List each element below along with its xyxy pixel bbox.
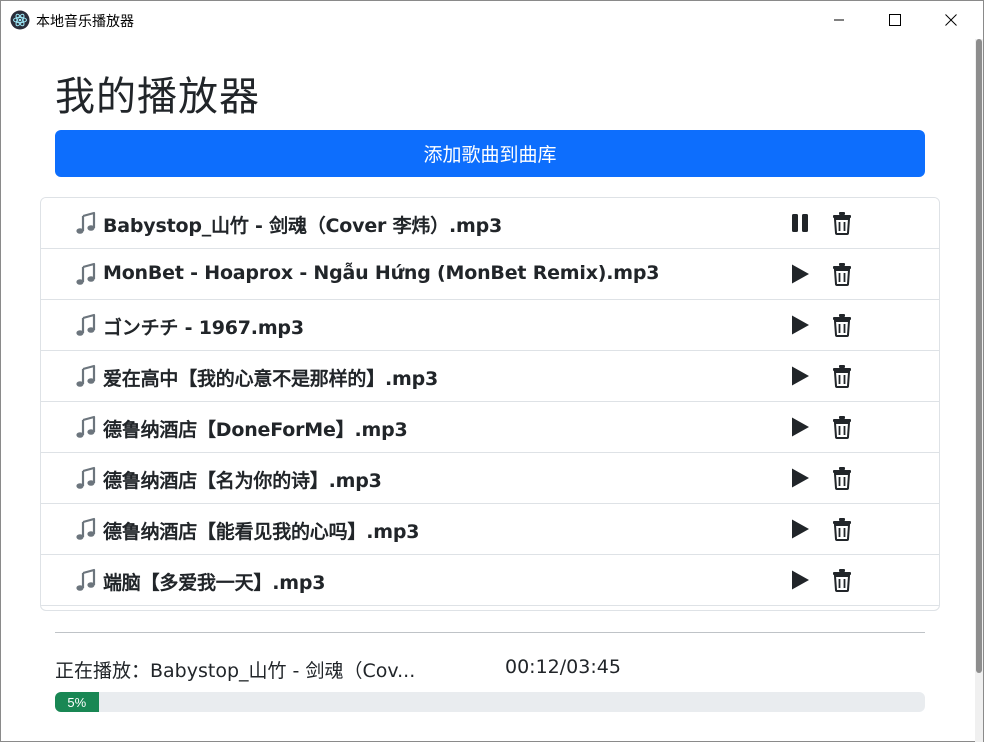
close-icon bbox=[945, 14, 957, 26]
now-playing-text: 正在播放：Babystop_山竹 - 剑魂（Cov... bbox=[55, 660, 416, 682]
time-display: 00:12/03:45 bbox=[505, 656, 621, 678]
divider bbox=[55, 632, 925, 633]
music-note-icon bbox=[76, 364, 96, 387]
trash-icon[interactable] bbox=[832, 313, 852, 337]
music-note-icon bbox=[76, 466, 96, 489]
music-note-icon bbox=[76, 313, 96, 336]
maximize-icon bbox=[889, 14, 901, 26]
window-title: 本地音乐播放器 bbox=[36, 14, 134, 30]
trash-icon[interactable] bbox=[832, 364, 852, 388]
play-icon[interactable] bbox=[789, 416, 811, 438]
music-note-icon bbox=[76, 415, 96, 438]
add-song-button[interactable]: 添加歌曲到曲库 bbox=[55, 130, 925, 177]
play-icon[interactable] bbox=[789, 518, 811, 540]
pause-icon[interactable] bbox=[789, 212, 811, 234]
play-icon[interactable] bbox=[789, 365, 811, 387]
song-name: 德鲁纳酒店【名为你的诗】.mp3 bbox=[103, 470, 382, 492]
app-window: 本地音乐播放器 我的播放器 添加歌曲到曲库 Babystop_山竹 - 剑魂（C… bbox=[0, 0, 984, 742]
play-icon[interactable] bbox=[789, 263, 811, 285]
song-name: ゴンチチ - 1967.mp3 bbox=[103, 317, 304, 339]
song-item[interactable]: 爱在高中【我的心意不是那样的】.mp3 bbox=[41, 351, 939, 402]
song-item[interactable]: 德鲁纳酒店【DoneForMe】.mp3 bbox=[41, 402, 939, 453]
trash-icon[interactable] bbox=[832, 517, 852, 541]
scrollbar-thumb[interactable] bbox=[976, 39, 982, 673]
song-item[interactable]: 德鲁纳酒店【名为你的诗】.mp3 bbox=[41, 453, 939, 504]
trash-icon[interactable] bbox=[832, 415, 852, 439]
title-bar[interactable]: 本地音乐播放器 bbox=[1, 1, 983, 39]
song-item[interactable]: 端脑【多爱我一天】.mp3 bbox=[41, 555, 939, 606]
vertical-scrollbar[interactable] bbox=[975, 39, 983, 742]
music-note-icon bbox=[76, 517, 96, 540]
song-item[interactable]: MonBet - Hoaprox - Ngẫu Hứng (MonBet Rem… bbox=[41, 249, 939, 300]
minimize-icon bbox=[834, 19, 844, 21]
song-name: 德鲁纳酒店【DoneForMe】.mp3 bbox=[103, 419, 408, 441]
music-note-icon bbox=[76, 568, 96, 591]
song-name: MonBet - Hoaprox - Ngẫu Hứng (MonBet Rem… bbox=[103, 262, 660, 284]
music-note-icon bbox=[76, 262, 96, 285]
maximize-button[interactable] bbox=[872, 1, 918, 39]
page-title: 我的播放器 bbox=[55, 74, 260, 120]
song-name: 德鲁纳酒店【能看见我的心吗】.mp3 bbox=[103, 521, 420, 543]
trash-icon[interactable] bbox=[832, 466, 852, 490]
close-button[interactable] bbox=[928, 1, 974, 39]
song-name: Babystop_山竹 - 剑魂（Cover 李炜）.mp3 bbox=[103, 215, 503, 237]
play-icon[interactable] bbox=[789, 569, 811, 591]
song-name: 端脑【多爱我一天】.mp3 bbox=[103, 572, 326, 594]
music-note-icon bbox=[76, 211, 96, 234]
song-item[interactable]: ゴンチチ - 1967.mp3 bbox=[41, 300, 939, 351]
progress-bar-fill: 5% bbox=[55, 692, 99, 712]
play-icon[interactable] bbox=[789, 314, 811, 336]
play-icon[interactable] bbox=[789, 467, 811, 489]
song-name: 爱在高中【我的心意不是那样的】.mp3 bbox=[103, 368, 439, 390]
trash-icon[interactable] bbox=[832, 262, 852, 286]
app-logo-icon bbox=[10, 10, 30, 30]
minimize-button[interactable] bbox=[816, 1, 862, 39]
song-item[interactable]: Babystop_山竹 - 剑魂（Cover 李炜）.mp3 bbox=[41, 198, 939, 249]
trash-icon[interactable] bbox=[832, 211, 852, 235]
song-item[interactable]: 德鲁纳酒店【能看见我的心吗】.mp3 bbox=[41, 504, 939, 555]
song-list: Babystop_山竹 - 剑魂（Cover 李炜）.mp3 MonBet - H… bbox=[40, 197, 940, 611]
trash-icon[interactable] bbox=[832, 568, 852, 592]
progress-bar[interactable]: 5% bbox=[55, 692, 925, 712]
